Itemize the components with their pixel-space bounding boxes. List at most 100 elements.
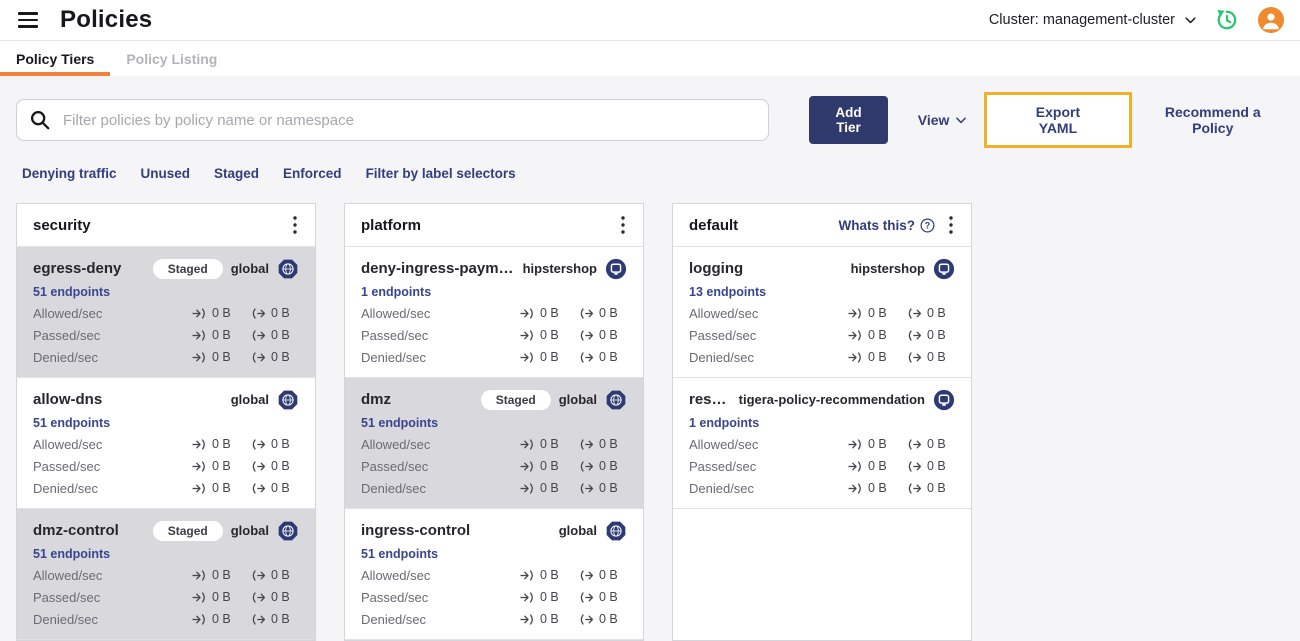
tier-name: platform — [361, 216, 421, 234]
metric-row: Denied/sec 0 B 0 B — [33, 477, 299, 499]
metric-ingress-value: 0 B — [540, 481, 559, 495]
tier-help-link[interactable]: Whats this? ? — [839, 218, 936, 233]
filter-staged[interactable]: Staged — [214, 166, 259, 181]
policy-name: egress-deny — [33, 260, 122, 277]
metric-row: Passed/sec 0 B 0 B — [33, 455, 299, 477]
global-scope-icon — [277, 258, 299, 280]
metric-row: Denied/sec 0 B 0 B — [361, 346, 627, 368]
tab-policy-tiers[interactable]: Policy Tiers — [0, 41, 111, 76]
filter-denying-traffic[interactable]: Denying traffic — [22, 166, 117, 181]
policy-card[interactable]: dmz Staged global 51 endpoints Allowed/s… — [345, 378, 643, 509]
metric-egress-value: 0 B — [271, 350, 290, 364]
tier-name: security — [33, 216, 91, 234]
metric-ingress-value: 0 B — [540, 437, 559, 451]
egress-traffic-icon — [907, 307, 922, 319]
tier-card: security egress-deny Staged global 51 en… — [16, 203, 316, 641]
metric-list: Allowed/sec 0 B 0 B Passed/sec 0 B 0 B D… — [361, 302, 627, 368]
policy-name: dmz — [361, 391, 391, 408]
metric-list: Allowed/sec 0 B 0 B Passed/sec 0 B 0 B D… — [689, 433, 955, 499]
ingress-traffic-icon — [192, 351, 207, 363]
policy-top-row: allow-dns global — [33, 386, 299, 413]
kebab-menu-icon[interactable] — [617, 216, 629, 234]
kebab-menu-icon[interactable] — [945, 216, 957, 234]
kebab-menu-icon[interactable] — [289, 216, 301, 234]
cluster-selector[interactable]: Cluster: management-cluster — [989, 12, 1196, 28]
metric-label: Denied/sec — [361, 611, 427, 627]
policy-list: egress-deny Staged global 51 endpoints A… — [17, 247, 315, 640]
metric-label: Denied/sec — [689, 349, 755, 365]
egress-traffic-icon — [907, 460, 922, 472]
metric-row: Denied/sec 0 B 0 B — [361, 608, 627, 630]
policy-endpoints-link[interactable]: 51 endpoints — [361, 416, 438, 430]
policy-search-input[interactable] — [61, 110, 757, 130]
policy-card[interactable]: logging hipstershop 13 endpoints Allowed… — [673, 247, 971, 378]
policy-card[interactable]: egress-deny Staged global 51 endpoints A… — [17, 247, 315, 378]
policy-endpoints-link[interactable]: 1 endpoints — [361, 285, 431, 299]
namespace-scope-icon — [933, 258, 955, 280]
metric-label: Passed/sec — [33, 327, 101, 343]
policy-card[interactable]: restricted tigera-policy-recommendation … — [673, 378, 971, 509]
policy-top-row: dmz Staged global — [361, 386, 627, 413]
filter-by-label-selectors[interactable]: Filter by label selectors — [366, 166, 516, 181]
policy-card[interactable]: deny-ingress-paymentservi… hipstershop 1… — [345, 247, 643, 378]
hamburger-menu-icon[interactable] — [16, 8, 40, 32]
policy-endpoints-link[interactable]: 51 endpoints — [33, 416, 110, 430]
policy-endpoints-link[interactable]: 1 endpoints — [689, 416, 759, 430]
policy-top-row: ingress-control global — [361, 517, 627, 544]
filter-enforced[interactable]: Enforced — [283, 166, 342, 181]
user-avatar[interactable] — [1258, 7, 1284, 33]
ingress-traffic-icon — [520, 591, 535, 603]
policy-endpoints-link[interactable]: 51 endpoints — [361, 547, 438, 561]
metric-egress-value: 0 B — [927, 328, 946, 342]
policy-card[interactable]: ingress-control global 51 endpoints Allo… — [345, 509, 643, 640]
history-icon[interactable] — [1214, 7, 1240, 33]
egress-traffic-icon — [579, 329, 594, 341]
tab-policy-listing[interactable]: Policy Listing — [110, 41, 233, 76]
metric-label: Denied/sec — [33, 611, 99, 627]
policy-card[interactable]: allow-dns global 51 endpoints Allowed/se… — [17, 378, 315, 509]
filter-unused[interactable]: Unused — [141, 166, 191, 181]
policy-top-row: dmz-control Staged global — [33, 517, 299, 544]
metric-ingress-value: 0 B — [212, 568, 231, 582]
policy-scope-label: global — [230, 261, 269, 276]
policy-search-box — [16, 99, 770, 141]
add-tier-button[interactable]: Add Tier — [809, 96, 888, 144]
metric-egress-value: 0 B — [599, 306, 618, 320]
egress-traffic-icon — [579, 482, 594, 494]
view-dropdown-button[interactable]: View — [912, 111, 973, 129]
policy-card[interactable]: dmz-control Staged global 51 endpoints A… — [17, 509, 315, 640]
metric-ingress-value: 0 B — [540, 590, 559, 604]
metric-ingress-value: 0 B — [212, 350, 231, 364]
export-yaml-button[interactable]: Export YAML — [1012, 103, 1103, 137]
metric-egress-value: 0 B — [271, 306, 290, 320]
policy-endpoints-link[interactable]: 13 endpoints — [689, 285, 766, 299]
tier-header: default Whats this? ? — [673, 204, 971, 247]
policy-top-row: egress-deny Staged global — [33, 255, 299, 282]
metric-egress-value: 0 B — [599, 612, 618, 626]
ingress-traffic-icon — [192, 613, 207, 625]
egress-traffic-icon — [251, 613, 266, 625]
ingress-traffic-icon — [520, 329, 535, 341]
metric-label: Allowed/sec — [361, 305, 431, 321]
global-scope-icon — [605, 389, 627, 411]
tier-columns: security egress-deny Staged global 51 en… — [16, 203, 1284, 641]
staged-badge: Staged — [152, 520, 223, 541]
egress-traffic-icon — [251, 482, 266, 494]
policy-name: allow-dns — [33, 391, 103, 408]
metric-ingress-value: 0 B — [868, 437, 887, 451]
recommend-policy-button[interactable]: Recommend a Policy — [1142, 103, 1284, 137]
question-circle-icon: ? — [920, 218, 935, 233]
metric-ingress-value: 0 B — [540, 350, 559, 364]
policy-scope-label: hipstershop — [522, 261, 597, 276]
ingress-traffic-icon — [848, 438, 863, 450]
metric-egress-value: 0 B — [599, 437, 618, 451]
metric-egress-value: 0 B — [271, 459, 290, 473]
metric-ingress-value: 0 B — [868, 306, 887, 320]
metric-egress-value: 0 B — [599, 459, 618, 473]
egress-traffic-icon — [579, 307, 594, 319]
policy-list: deny-ingress-paymentservi… hipstershop 1… — [345, 247, 643, 640]
policy-endpoints-link[interactable]: 51 endpoints — [33, 285, 110, 299]
policy-endpoints-link[interactable]: 51 endpoints — [33, 547, 110, 561]
ingress-traffic-icon — [192, 438, 207, 450]
ingress-traffic-icon — [192, 591, 207, 603]
